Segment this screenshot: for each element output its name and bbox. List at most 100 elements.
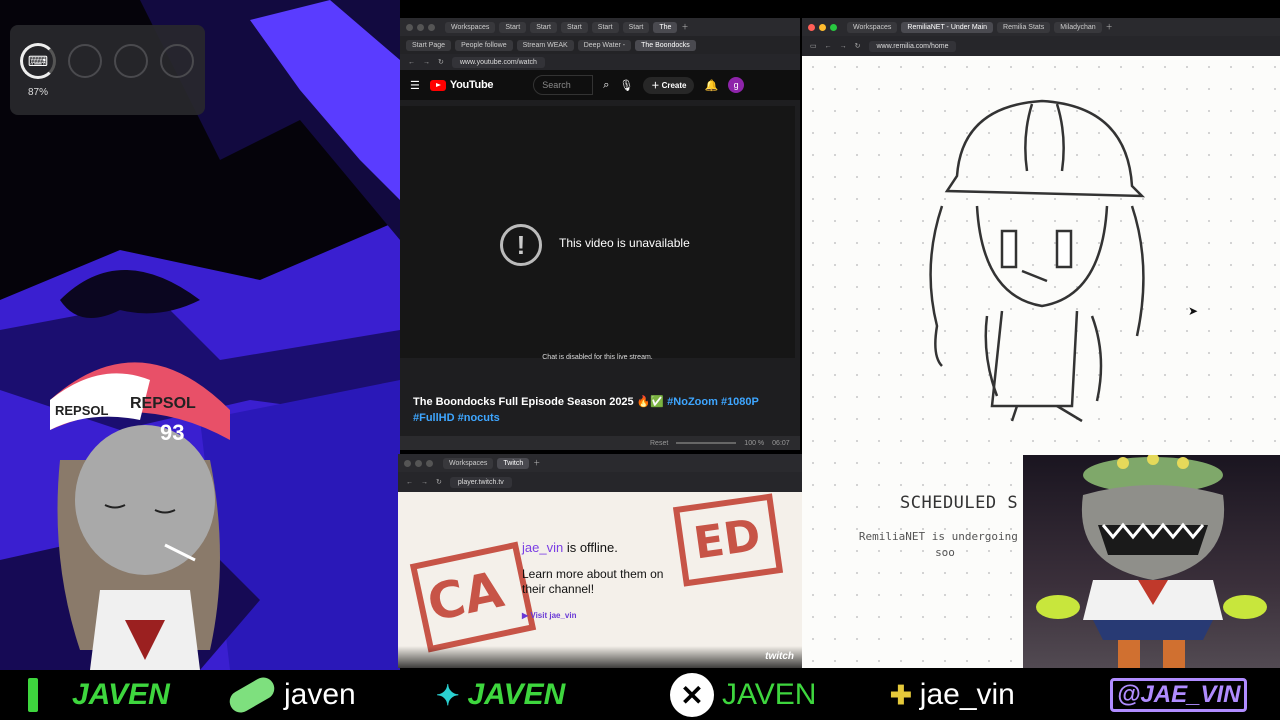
youtube-play-icon	[429, 79, 446, 91]
svg-text:REPSOL: REPSOL	[55, 403, 109, 418]
ticker-handle: javen	[284, 678, 356, 711]
zoom-control-bar: Reset 100 % 06:07	[400, 436, 800, 450]
back-icon[interactable]: ←	[406, 479, 413, 486]
tab-start[interactable]: Start	[622, 21, 650, 33]
stream-layout: REPSOL REPSOL 93 ⌨ 87% Workspaces Start …	[0, 0, 1280, 720]
new-tab-icon[interactable]: ＋	[533, 458, 540, 468]
create-button[interactable]: ＋ Create	[643, 76, 695, 94]
vtuber-avatar-right	[1023, 455, 1280, 668]
back-icon[interactable]: ←	[825, 43, 832, 50]
playstation-icon: ✚	[890, 679, 912, 710]
tab-start[interactable]: Start	[499, 21, 527, 33]
mic-icon[interactable]: 🎙	[619, 79, 633, 92]
twitch-browser-window: Workspaces Twitch ＋ ← → ↻ player.twitch.…	[398, 454, 802, 668]
empty-slot-icon	[68, 44, 102, 78]
stamp-right: ED	[672, 493, 784, 587]
menu-icon[interactable]: ☰	[410, 79, 420, 92]
search-input[interactable]: Search	[533, 75, 594, 95]
hashtag-link[interactable]: #NoZoom #1080P	[667, 396, 759, 408]
tab-twitch[interactable]: Twitch	[497, 457, 530, 469]
twitch-logo[interactable]: twitch	[765, 651, 794, 662]
window-controls[interactable]	[406, 23, 435, 31]
new-tab-icon[interactable]: ＋	[681, 22, 688, 32]
search-icon[interactable]: ⌕	[603, 79, 609, 92]
tab-youtube[interactable]: The	[653, 21, 678, 33]
new-tab-icon[interactable]: ＋	[1106, 22, 1113, 32]
tab-miladychan[interactable]: Miladychan	[1054, 21, 1102, 33]
forward-icon[interactable]: →	[421, 479, 428, 486]
player-gradient	[398, 646, 802, 668]
avatar[interactable]: g	[728, 77, 745, 93]
workspaces-tab[interactable]: Workspaces	[445, 21, 496, 33]
tab-remilianet[interactable]: RemiliaNET - Under Main	[901, 21, 994, 33]
social-handles-ticker: JAVEN javen ✦ JAVEN ✕ JAVEN ✚ jae_vin @J…	[0, 670, 1280, 720]
bookmarks-bar: Start Page People followe Stream WEAK De…	[400, 36, 800, 54]
maintenance-subtext: RemiliaNET is undergoing s soo	[858, 530, 1032, 559]
empty-slot-icon	[160, 44, 194, 78]
reload-icon[interactable]: ↻	[436, 478, 442, 486]
tab-start[interactable]: Start	[530, 21, 557, 33]
tab-strip: Workspaces Start Start Start Start Start…	[400, 18, 800, 36]
bookmark-item[interactable]: Start Page	[406, 39, 452, 51]
bookmark-item[interactable]: The Boondocks	[635, 39, 696, 51]
youtube-logo[interactable]: YouTube	[429, 79, 494, 91]
address-bar: ← → ↻ player.twitch.tv	[398, 472, 802, 492]
back-icon[interactable]: ←	[408, 59, 415, 66]
bookmark-item[interactable]: People followe	[455, 39, 513, 51]
alien-avatar-art	[1036, 455, 1267, 668]
video-title: The Boondocks Full Episode Season 2025 🔥…	[413, 396, 759, 424]
hashtag-link[interactable]: #FullHD #nocuts	[413, 412, 500, 424]
visit-channel-link[interactable]: ▶ Visit jae_vin	[522, 611, 682, 620]
ticker-item: ✚ jae_vin	[890, 670, 1015, 720]
ticker-handle: jae_vin	[919, 678, 1015, 711]
bookmark-item[interactable]: Deep Water -	[577, 39, 632, 51]
url-field[interactable]: www.remilia.com/home	[868, 40, 957, 52]
alert-icon: !	[500, 224, 542, 266]
workspaces-tab[interactable]: Workspaces	[443, 457, 494, 469]
ticker-handle: JAVEN	[467, 678, 566, 711]
learn-more-text: Learn more about them on their channel!	[522, 567, 664, 596]
tab-remilia-stats[interactable]: Remilia Stats	[997, 21, 1051, 33]
svg-text:93: 93	[160, 420, 184, 445]
svg-text:REPSOL: REPSOL	[130, 395, 196, 412]
zoom-slider[interactable]	[676, 442, 737, 444]
ticker-item: ✕ JAVEN	[670, 670, 816, 720]
channel-link[interactable]: jae_vin	[522, 540, 563, 555]
url-field[interactable]: www.youtube.com/watch	[451, 56, 545, 68]
workspaces-tab[interactable]: Workspaces	[847, 21, 898, 33]
twitch-offline-panel: CA ED jae_vin is offline. Learn more abo…	[398, 492, 802, 668]
ticker-handle: JAVEN	[72, 678, 170, 711]
xbox-icon: ✕	[670, 673, 714, 717]
keyboard-overlay-widget: ⌨ 87%	[10, 25, 205, 115]
sidebar-icon[interactable]: ▭	[810, 42, 817, 50]
maintenance-character-drawing	[929, 99, 1146, 423]
url-field[interactable]: player.twitch.tv	[449, 476, 512, 488]
ticker-handle: @JAE_VIN	[1110, 678, 1248, 712]
reload-icon[interactable]: ↻	[855, 42, 861, 50]
tab-start[interactable]: Start	[591, 21, 619, 33]
reset-button[interactable]: Reset	[650, 440, 668, 447]
zoom-level: 100 %	[744, 439, 765, 447]
forward-icon[interactable]: →	[840, 43, 847, 50]
offline-card: jae_vin is offline. Learn more about the…	[522, 540, 682, 620]
window-controls[interactable]	[808, 23, 837, 31]
ticker-item: JAVEN	[28, 670, 170, 720]
address-bar: ▭ ← → ↻ www.remilia.com/home	[802, 36, 1280, 56]
bookmark-item[interactable]: Stream WEAK	[516, 39, 574, 51]
splash-icon: ✦	[436, 679, 460, 711]
tab-strip: Workspaces Twitch ＋	[398, 454, 802, 472]
reload-icon[interactable]: ↻	[438, 58, 444, 66]
forward-icon[interactable]: →	[423, 59, 430, 66]
bell-icon[interactable]: 🔔	[704, 79, 718, 92]
chat-disabled-notice: Chat is disabled for this live stream.	[542, 354, 653, 361]
video-player[interactable]: ! This video is unavailable	[400, 106, 795, 358]
ticker-handle: JAVEN	[722, 678, 817, 711]
vtuber-avatar-left: REPSOL REPSOL 93	[50, 362, 230, 670]
window-controls[interactable]	[404, 459, 433, 467]
youtube-header: ☰ YouTube Search ⌕ 🎙 ＋ Create 🔔 g	[400, 70, 800, 100]
unavailable-message: This video is unavailable	[559, 236, 690, 250]
stamp-left: CA	[409, 541, 537, 653]
pill-icon	[225, 673, 279, 717]
ticker-item: ✦ JAVEN	[436, 670, 565, 720]
tab-start[interactable]: Start	[560, 21, 588, 33]
